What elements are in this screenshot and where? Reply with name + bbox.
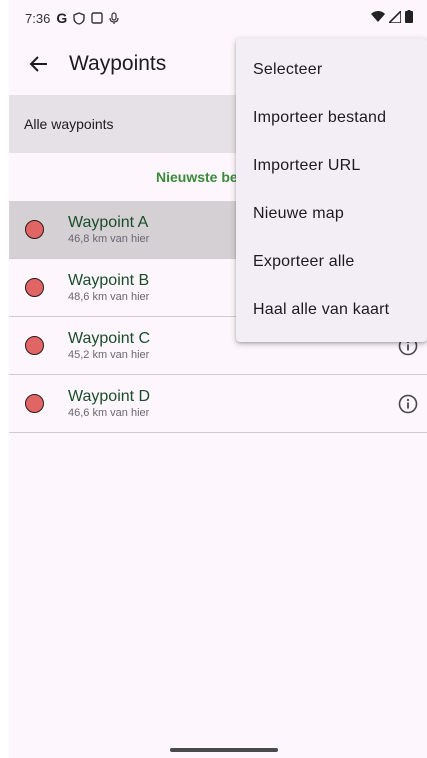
filter-label: Alle waypoints	[24, 116, 114, 132]
battery-icon	[405, 10, 413, 23]
waypoint-name: Waypoint A	[68, 213, 149, 231]
waypoint-name: Waypoint C	[68, 329, 151, 347]
waypoint-distance: 46,8 km van hier	[68, 232, 150, 245]
google-icon: G	[56, 10, 68, 26]
waypoint-name: Waypoint D	[68, 387, 151, 405]
wifi-icon	[371, 10, 385, 22]
shield-icon	[73, 11, 85, 25]
waypoint-distance: 48,6 km van hier	[68, 290, 150, 303]
info-icon[interactable]	[398, 394, 418, 414]
waypoint-distance: 45,2 km van hier	[68, 348, 150, 361]
menu-item-importeer-url[interactable]: Importeer URL	[236, 142, 427, 190]
sort-order-label[interactable]: Nieuwste be	[156, 169, 238, 185]
screenshot-icon	[91, 12, 103, 24]
cell-signal-icon	[389, 10, 401, 23]
waypoint-marker-icon	[25, 394, 44, 413]
mic-icon	[109, 11, 119, 24]
page-title: Waypoints	[69, 52, 167, 75]
waypoint-name: Waypoint B	[68, 271, 150, 289]
overflow-menu: Selecteer Importeer bestand Importeer UR…	[236, 38, 427, 342]
menu-item-haal-alle-van-kaart[interactable]: Haal alle van kaart	[236, 286, 427, 334]
waypoint-marker-icon	[25, 336, 44, 355]
status-bar: 7:36 G	[9, 0, 427, 36]
menu-item-selecteer[interactable]: Selecteer	[236, 46, 427, 94]
back-button[interactable]	[19, 44, 59, 84]
list-item-waypoint-d[interactable]: Waypoint D 46,6 km van hier	[9, 375, 427, 433]
menu-item-importeer-bestand[interactable]: Importeer bestand	[236, 94, 427, 142]
waypoint-distance: 46,6 km van hier	[68, 406, 150, 419]
menu-item-nieuwe-map[interactable]: Nieuwe map	[236, 190, 427, 238]
arrow-back-icon	[29, 56, 47, 72]
gesture-nav-handle[interactable]	[170, 748, 278, 752]
waypoint-marker-icon	[25, 220, 44, 239]
status-time: 7:36	[25, 10, 51, 26]
menu-item-exporteer-alle[interactable]: Exporteer alle	[236, 238, 427, 286]
waypoint-marker-icon	[25, 278, 44, 297]
